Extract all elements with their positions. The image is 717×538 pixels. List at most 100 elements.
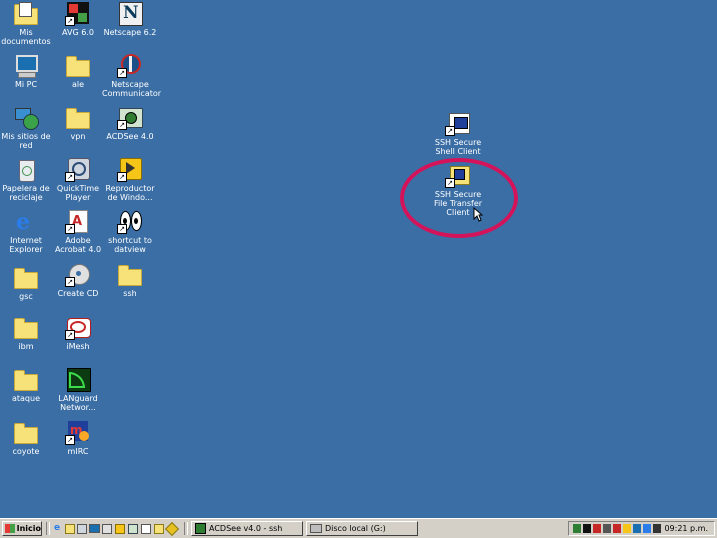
desktop-icon-ssh-shell-client[interactable]: ↗ SSH Secure Shell Client — [432, 112, 484, 156]
desktop-icon-vpn[interactable]: vpn — [52, 106, 104, 141]
desktop-icon-label: AVG 6.0 — [62, 28, 94, 37]
quicklaunch-tool-icon[interactable] — [164, 521, 180, 537]
desktop-icon-mis-documentos[interactable]: Mis documentos — [0, 2, 52, 46]
tray-display-icon[interactable] — [633, 524, 641, 533]
desktop-icon-label: SSH Secure Shell Client — [434, 138, 482, 156]
tray-misc-icon[interactable] — [653, 524, 661, 533]
start-button[interactable]: Inicio — [2, 521, 42, 536]
quicklaunch-computer-icon[interactable] — [89, 524, 100, 533]
desktop-icon-mi-pc[interactable]: Mi PC — [0, 54, 52, 89]
desktop-icon-internet-explorer[interactable]: e Internet Explorer — [0, 210, 52, 254]
desktop-icon-reproductor[interactable]: ↗ Reproductor de Windo... — [104, 158, 156, 202]
desktop-icon-label: coyote — [12, 447, 40, 456]
desktop-icon-label: ssh — [123, 289, 137, 298]
folder-icon — [117, 263, 143, 287]
desktop-icon-create-cd[interactable]: ↗ Create CD — [52, 263, 104, 298]
desktop-icon-label: Mi PC — [14, 80, 38, 89]
quicklaunch-ie-icon[interactable]: e — [52, 523, 62, 533]
quicktime-icon: ↗ — [65, 158, 91, 182]
system-tray: 09:21 p.m. — [568, 521, 715, 536]
desktop-icon-netscape-communicator[interactable]: ↗ Netscape Communicator — [102, 54, 162, 98]
highlight-ellipse — [400, 158, 518, 238]
recycle-bin-icon — [13, 158, 39, 182]
quicklaunch-sftp-icon[interactable] — [154, 524, 164, 534]
desktop-icon-label: gsc — [19, 292, 33, 301]
desktop-icon-label: Mis documentos — [1, 28, 51, 46]
desktop-icon-label: Netscape Communicator — [102, 80, 162, 98]
quicklaunch-acdsee-icon[interactable] — [128, 524, 138, 534]
desktop-icon-label: Mis sitios de red — [1, 132, 51, 150]
imesh-icon: ↗ — [65, 316, 91, 340]
my-computer-icon — [13, 54, 39, 78]
desktop-icon-ale[interactable]: ale — [52, 54, 104, 89]
tray-speaker-icon[interactable] — [623, 524, 631, 533]
start-button-label: Inicio — [16, 524, 41, 533]
desktop-icon-label: shortcut to datview — [108, 236, 152, 254]
desktop-icon-label: QuickTime Player — [56, 184, 100, 202]
desktop-icon-label: Netscape 6.2 — [103, 28, 157, 37]
desktop-icon-papelera[interactable]: Papelera de reciclaje — [0, 158, 52, 202]
task-button-label: ACDSee v4.0 - ssh — [209, 524, 283, 533]
desktop-icon-avg[interactable]: ↗ AVG 6.0 — [52, 2, 104, 37]
my-documents-icon — [13, 2, 39, 26]
taskbar-separator — [46, 522, 50, 535]
media-player-icon: ↗ — [117, 158, 143, 182]
desktop: Mis documentos Mi PC Mis sitios de red P… — [0, 0, 717, 518]
desktop-icon-mirc[interactable]: m ↗ mIRC — [52, 421, 104, 456]
quicklaunch-app-icon[interactable] — [102, 524, 112, 534]
desktop-icon-label: Adobe Acrobat 4.0 — [54, 236, 102, 254]
desktop-icon-label: Reproductor de Windo... — [105, 184, 155, 202]
folder-icon — [65, 54, 91, 78]
task-button-disco-local[interactable]: Disco local (G:) — [306, 521, 418, 536]
internet-explorer-icon: e — [16, 209, 30, 235]
folder-icon — [13, 421, 39, 445]
network-places-icon — [13, 106, 39, 130]
desktop-icon-adobe-acrobat[interactable]: A ↗ Adobe Acrobat 4.0 — [52, 210, 104, 254]
folder-icon — [65, 106, 91, 130]
desktop-icon-label: vpn — [70, 132, 86, 141]
tray-connection-icon[interactable] — [643, 524, 651, 533]
tray-network-icon[interactable] — [573, 524, 581, 533]
desktop-icon-ibm[interactable]: ibm — [0, 316, 52, 351]
quicklaunch-ssh-icon[interactable] — [141, 524, 151, 534]
task-button-acdsee[interactable]: ACDSee v4.0 - ssh — [191, 521, 303, 536]
quicklaunch-folder-icon[interactable] — [65, 524, 75, 534]
mouse-cursor-icon — [473, 207, 483, 222]
windows-logo-icon — [5, 524, 15, 533]
desktop-icon-label: mIRC — [67, 447, 89, 456]
netscape-icon: N — [117, 2, 143, 26]
tray-avg-icon[interactable] — [583, 524, 591, 533]
desktop-icon-imesh[interactable]: ↗ iMesh — [52, 316, 104, 351]
desktop-icon-datview[interactable]: ↗ shortcut to datview — [104, 210, 156, 254]
clock[interactable]: 09:21 p.m. — [664, 524, 708, 533]
desktop-icon-mis-sitios-de-red[interactable]: Mis sitios de red — [0, 106, 52, 150]
desktop-icon-quicktime[interactable]: ↗ QuickTime Player — [52, 158, 104, 202]
quicklaunch-explorer-icon[interactable] — [77, 524, 87, 534]
desktop-icon-label: ale — [71, 80, 85, 89]
avg-icon: ↗ — [65, 2, 91, 26]
acdsee-icon — [195, 523, 206, 534]
desktop-icon-label: Papelera de reciclaje — [2, 184, 50, 202]
tray-app-icon[interactable] — [593, 524, 601, 533]
desktop-icon-languard[interactable]: LANguard Networ... — [52, 368, 104, 412]
create-cd-icon: ↗ — [65, 263, 91, 287]
folder-icon — [13, 316, 39, 340]
tray-imesh-icon[interactable] — [613, 524, 621, 533]
desktop-icon-label: Create CD — [57, 289, 99, 298]
taskbar: Inicio e ACDSee v4.0 - ssh Disco local (… — [0, 518, 717, 538]
netscape-communicator-icon: ↗ — [117, 54, 143, 78]
desktop-icon-ssh[interactable]: ssh — [104, 263, 156, 298]
mirc-icon: m ↗ — [65, 421, 91, 445]
desktop-icon-gsc[interactable]: gsc — [0, 266, 52, 301]
desktop-icon-label: ibm — [18, 342, 34, 351]
desktop-icon-ataque[interactable]: ataque — [0, 368, 52, 403]
folder-icon — [13, 266, 39, 290]
tray-monitor-icon[interactable] — [603, 524, 611, 533]
desktop-icon-netscape-6[interactable]: N Netscape 6.2 — [104, 2, 156, 37]
desktop-icon-coyote[interactable]: coyote — [0, 421, 52, 456]
quicklaunch-media-icon[interactable] — [115, 524, 125, 534]
desktop-icon-acdsee[interactable]: ↗ ACDSee 4.0 — [104, 106, 156, 141]
languard-icon — [65, 368, 91, 392]
taskbar-separator — [184, 522, 188, 535]
folder-icon — [13, 368, 39, 392]
